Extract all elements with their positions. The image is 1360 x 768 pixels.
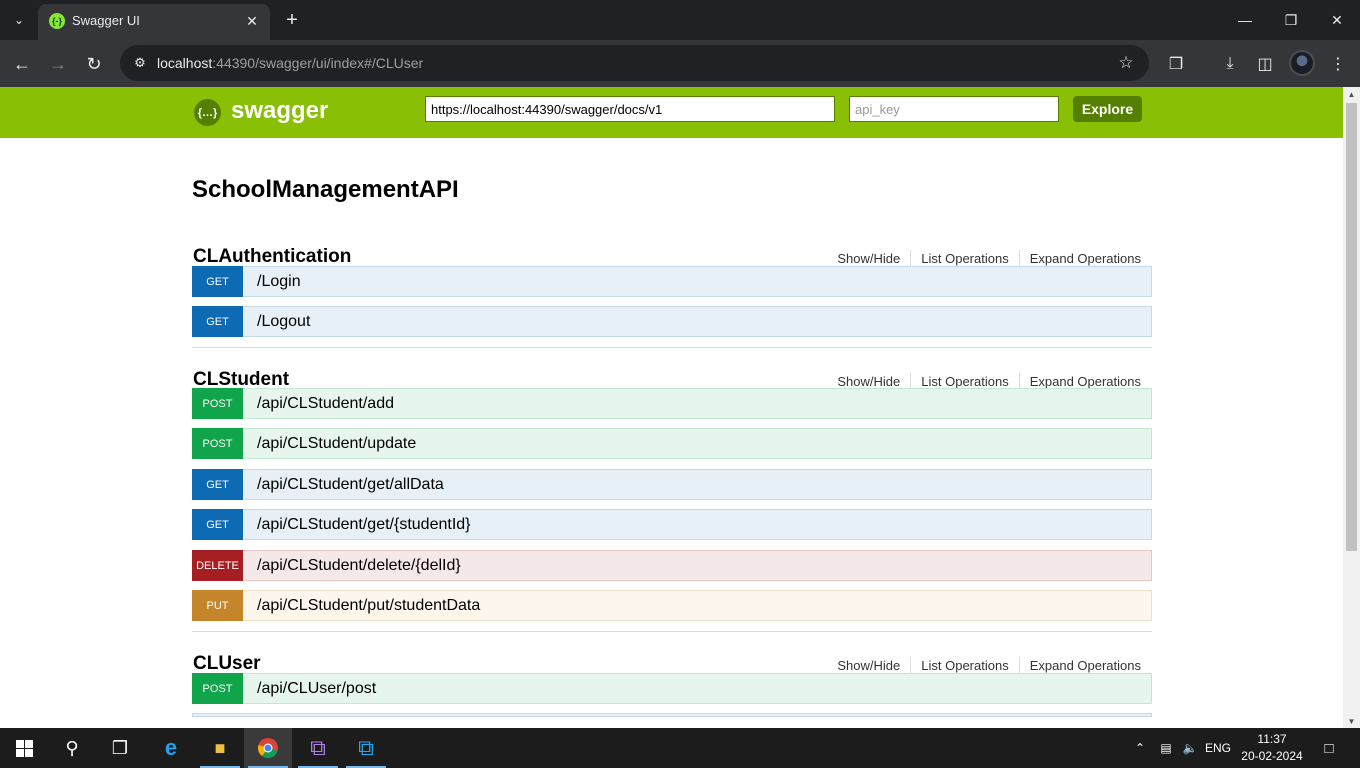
resource-divider xyxy=(192,347,1152,348)
operation-path[interactable]: /Login xyxy=(257,273,301,291)
method-badge[interactable]: GET xyxy=(192,306,243,337)
operation-path[interactable]: /api/CLStudent/put/studentData xyxy=(257,597,480,615)
windows-taskbar: ⚲ ❐ e ■ ⧉ ⧉ ⌃ ▤ 🔈 ENG 11:37 20-02-2024 □ xyxy=(0,728,1360,768)
browser-tab-strip: ⌄ {-} Swagger UI ✕ + — ❐ ✕ xyxy=(0,0,1360,40)
operation-row[interactable]: POST /api/CLStudent/update xyxy=(192,428,1152,459)
tab-list-icon[interactable]: ⌄ xyxy=(6,8,32,32)
task-view-icon[interactable]: ❐ xyxy=(96,728,144,768)
method-badge[interactable]: PUT xyxy=(192,590,243,621)
address-bar[interactable]: ⚙ localhost:44390/swagger/ui/index#/CLUs… xyxy=(120,45,1149,81)
explore-button[interactable]: Explore xyxy=(1073,96,1142,122)
operation-row[interactable]: GET /Logout xyxy=(192,306,1152,337)
swagger-logo-text[interactable]: swagger xyxy=(231,97,328,125)
language-indicator[interactable]: ENG xyxy=(1204,728,1232,768)
minimize-icon[interactable]: — xyxy=(1222,0,1268,40)
search-icon[interactable]: ⚲ xyxy=(48,728,96,768)
visual-studio-icon[interactable]: ⧉ xyxy=(294,728,342,768)
operation-path[interactable]: /api/CLUser/post xyxy=(257,680,376,698)
operation-row[interactable]: GET /api/CLStudent/get/allData xyxy=(192,469,1152,500)
volume-icon[interactable]: 🔈 xyxy=(1180,728,1200,768)
profile-avatar[interactable] xyxy=(1289,50,1315,76)
method-badge[interactable]: POST xyxy=(192,673,243,704)
resource-clauthentication: CLAuthentication Show/Hide List Operatio… xyxy=(192,246,1152,358)
api-key-input[interactable] xyxy=(849,96,1059,122)
operation-path[interactable]: /api/CLStudent/add xyxy=(257,395,394,413)
page-title: SchoolManagementAPI xyxy=(192,176,459,203)
operation-row[interactable]: DELETE /api/CLStudent/delete/{delId} xyxy=(192,550,1152,581)
method-badge[interactable]: GET xyxy=(192,469,243,500)
page-viewport: {…} swagger Explore SchoolManagementAPI … xyxy=(0,87,1343,728)
extensions-icon[interactable]: ❒ xyxy=(1162,50,1190,78)
resource-name[interactable]: CLAuthentication xyxy=(193,246,351,268)
forward-icon[interactable]: → xyxy=(44,50,72,78)
resource-divider xyxy=(192,631,1152,632)
operation-row[interactable]: GET /api/CLStudent/get/{studentId} xyxy=(192,509,1152,540)
scroll-down-icon[interactable]: ▼ xyxy=(1343,714,1360,728)
resource-cluser: CLUser Show/Hide List Operations Expand … xyxy=(192,653,1152,728)
tab-title: Swagger UI xyxy=(72,13,140,28)
scroll-thumb[interactable] xyxy=(1346,103,1357,551)
clock-date: 20-02-2024 xyxy=(1241,749,1303,763)
new-tab-icon[interactable]: + xyxy=(280,8,304,32)
method-badge[interactable]: GET xyxy=(192,509,243,540)
site-info-icon[interactable]: ⚙ xyxy=(130,53,150,73)
operation-path[interactable]: /api/CLStudent/get/{studentId} xyxy=(257,516,471,534)
operation-path[interactable]: /api/CLStudent/delete/{delId} xyxy=(257,557,461,575)
file-explorer-icon[interactable]: ■ xyxy=(196,728,244,768)
browser-toolbar: ← → ↻ ⚙ localhost:44390/swagger/ui/index… xyxy=(0,40,1360,87)
clock[interactable]: 11:37 20-02-2024 xyxy=(1240,731,1304,765)
swagger-header: {…} swagger Explore xyxy=(0,87,1343,138)
side-panel-icon[interactable]: ◫ xyxy=(1251,50,1279,78)
method-badge[interactable]: DELETE xyxy=(192,550,243,581)
scroll-up-icon[interactable]: ▲ xyxy=(1343,87,1360,101)
tray-overflow-icon[interactable]: ⌃ xyxy=(1132,728,1148,768)
chrome-icon[interactable] xyxy=(244,728,292,768)
resource-clstudent: CLStudent Show/Hide List Operations Expa… xyxy=(192,369,1152,649)
url-text[interactable]: localhost:44390/swagger/ui/index#/CLUser xyxy=(157,55,423,71)
operation-path[interactable]: /Logout xyxy=(257,313,310,331)
operation-row[interactable]: GET /Login xyxy=(192,266,1152,297)
start-icon[interactable] xyxy=(0,728,48,768)
notification-icon[interactable]: □ xyxy=(1316,728,1342,768)
operation-row[interactable]: POST /api/CLStudent/add xyxy=(192,388,1152,419)
method-badge[interactable]: POST xyxy=(192,388,243,419)
method-badge[interactable]: GET xyxy=(192,266,243,297)
operation-path[interactable]: /api/CLStudent/get/allData xyxy=(257,476,444,494)
vscode-icon[interactable]: ⧉ xyxy=(342,728,390,768)
window-close-icon[interactable]: ✕ xyxy=(1314,0,1360,40)
swagger-logo-icon[interactable]: {…} xyxy=(194,99,221,126)
reload-icon[interactable]: ↻ xyxy=(80,50,108,78)
operation-row-partial[interactable] xyxy=(192,713,1152,717)
resource-name[interactable]: CLUser xyxy=(193,653,261,675)
close-icon[interactable]: ✕ xyxy=(242,11,262,31)
operation-row[interactable]: PUT /api/CLStudent/put/studentData xyxy=(192,590,1152,621)
operation-row[interactable]: POST /api/CLUser/post xyxy=(192,673,1152,704)
page-scrollbar[interactable]: ▲ ▼ xyxy=(1343,87,1360,728)
clock-time: 11:37 xyxy=(1257,732,1287,746)
spec-url-input[interactable] xyxy=(425,96,835,122)
browser-tab[interactable]: {-} Swagger UI ✕ xyxy=(38,4,270,40)
method-badge[interactable]: POST xyxy=(192,428,243,459)
restore-icon[interactable]: ❐ xyxy=(1268,0,1314,40)
back-icon[interactable]: ← xyxy=(8,50,36,78)
operation-path[interactable]: /api/CLStudent/update xyxy=(257,435,416,453)
bookmark-star-icon[interactable]: ☆ xyxy=(1115,52,1137,74)
network-icon[interactable]: ▤ xyxy=(1156,728,1176,768)
download-icon[interactable]: ⤓ xyxy=(1216,50,1244,78)
menu-icon[interactable]: ⋮ xyxy=(1324,50,1352,78)
swagger-favicon-icon: {-} xyxy=(49,13,65,29)
internet-explorer-icon[interactable]: e xyxy=(147,728,195,768)
